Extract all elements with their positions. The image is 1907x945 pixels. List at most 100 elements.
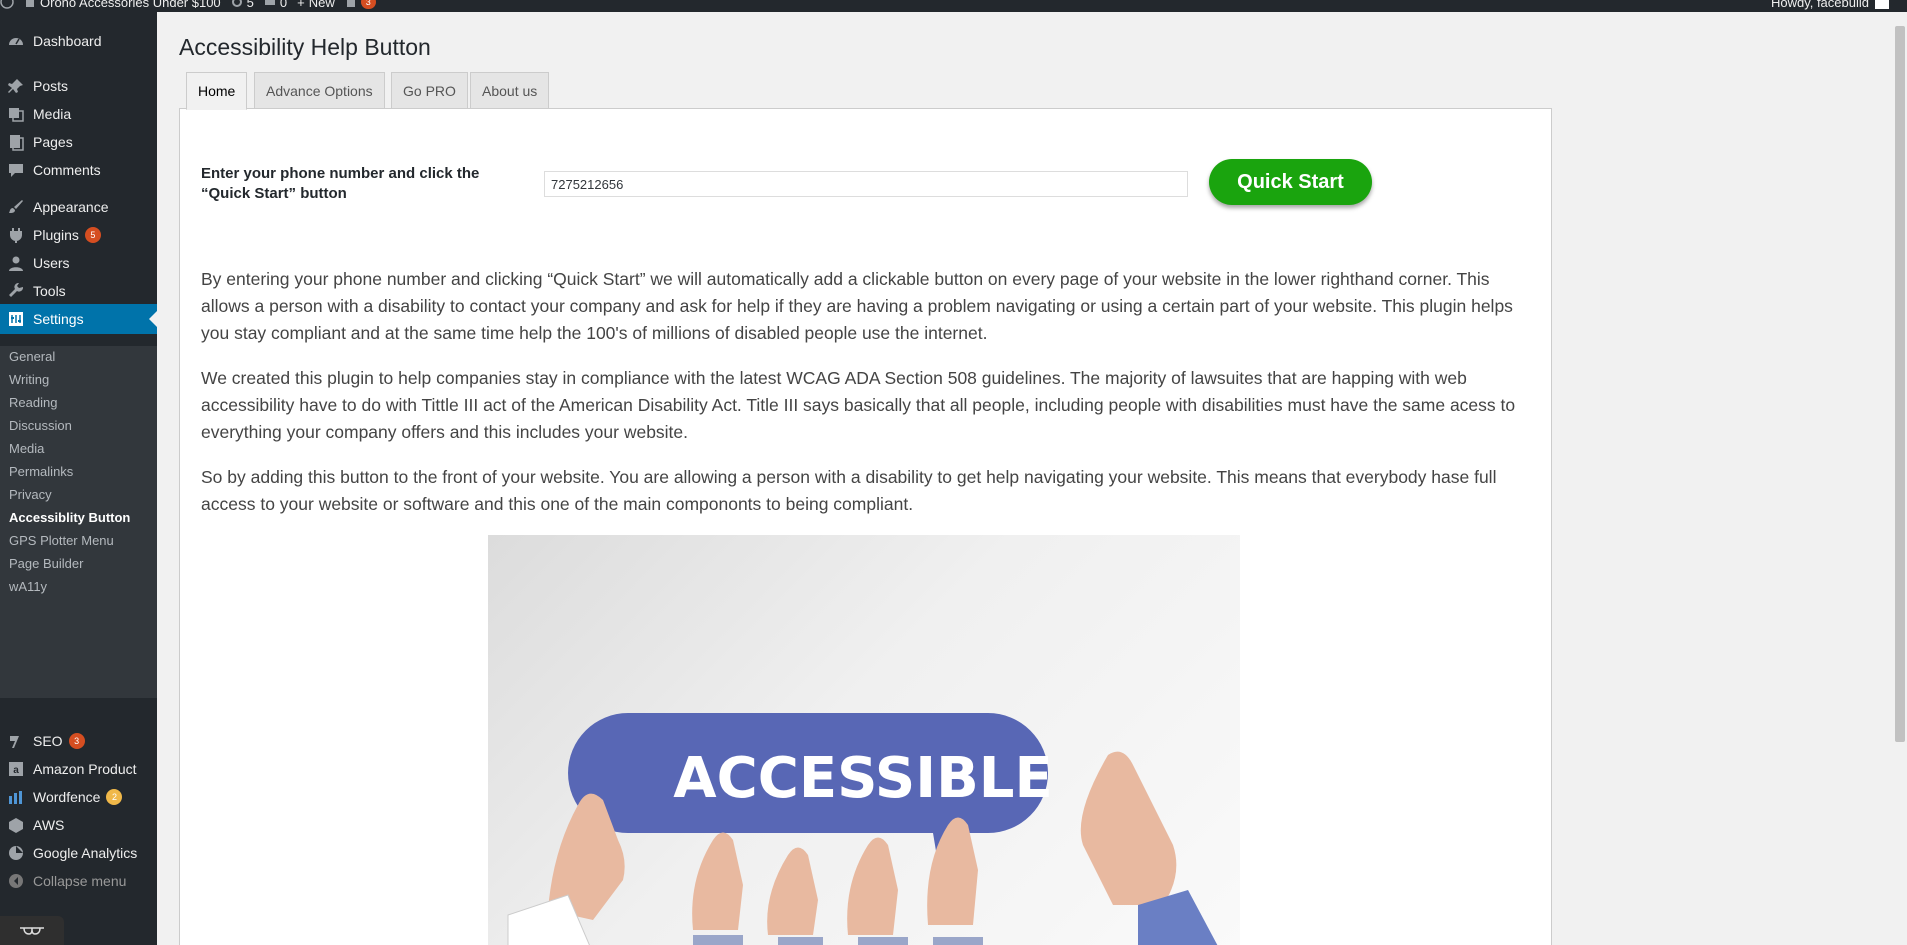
- menu-dashboard[interactable]: Dashboard: [0, 26, 157, 56]
- comments-count: 0: [279, 0, 288, 10]
- menu-tools[interactable]: Tools: [0, 276, 157, 306]
- menu-aws[interactable]: AWS: [0, 810, 157, 840]
- menu-label: Appearance: [33, 199, 109, 215]
- phone-number-input[interactable]: [544, 171, 1188, 197]
- notifications-link[interactable]: 3: [345, 0, 376, 9]
- menu-appearance[interactable]: Appearance: [0, 192, 157, 222]
- menu-label: Amazon Product: [33, 761, 137, 777]
- notifications-badge: 3: [360, 0, 376, 9]
- menu-label: SEO: [33, 733, 63, 749]
- wordfence-count: 2: [106, 789, 123, 805]
- phone-field-label: Enter your phone number and click the “Q…: [201, 165, 480, 202]
- pages-icon: [6, 132, 26, 152]
- submenu-privacy[interactable]: Privacy: [9, 484, 52, 504]
- menu-google-analytics[interactable]: Google Analytics: [0, 838, 157, 868]
- menu-users[interactable]: Users: [0, 248, 157, 278]
- updates-count: 5: [246, 0, 254, 10]
- submenu-gps-plotter[interactable]: GPS Plotter Menu: [9, 530, 114, 550]
- dashboard-icon: [6, 31, 26, 51]
- glasses-icon: [20, 926, 44, 935]
- site-name-link[interactable]: Orono Accessories Under $100: [24, 0, 221, 10]
- menu-label: Tools: [33, 283, 66, 299]
- menu-label: Wordfence: [33, 789, 101, 805]
- new-content-link[interactable]: + New: [297, 0, 335, 10]
- menu-media[interactable]: Media: [0, 99, 157, 129]
- accessible-hero-image: ACCESSIBLE: [488, 535, 1240, 945]
- submenu-general[interactable]: General: [9, 346, 55, 366]
- menu-amazon-product[interactable]: a Amazon Product: [0, 754, 157, 784]
- accessibility-widget-button[interactable]: [0, 916, 64, 945]
- howdy-text: Howdy, facebuild: [1770, 0, 1869, 10]
- intro-paragraph: By entering your phone number and clicki…: [201, 269, 1513, 343]
- tab-home[interactable]: Home: [186, 72, 248, 110]
- scrollbar-thumb[interactable]: [1895, 26, 1905, 742]
- page-title: Accessibility Help Button: [179, 34, 431, 60]
- menu-label: Posts: [33, 78, 69, 94]
- comments-link[interactable]: 0: [264, 0, 287, 10]
- amazon-icon: a: [6, 759, 26, 779]
- svg-text:a: a: [13, 765, 19, 776]
- menu-wordfence[interactable]: Wordfence 2: [0, 782, 157, 812]
- shield-icon: [346, 0, 355, 7]
- submenu-media[interactable]: Media: [9, 438, 44, 458]
- admin-bar-left: Orono Accessories Under $100 5 0 + New 3: [0, 0, 376, 12]
- menu-posts[interactable]: Posts: [0, 71, 157, 101]
- menu-label: Pages: [33, 134, 73, 150]
- settings-submenu: General Writing Reading Discussion Media…: [0, 346, 157, 698]
- menu-label: Comments: [33, 162, 101, 178]
- seo-icon: [6, 731, 26, 751]
- site-title: Orono Accessories Under $100: [40, 0, 221, 10]
- aws-icon: [6, 815, 26, 835]
- settings-icon: [6, 309, 26, 329]
- my-account-link[interactable]: Howdy, facebuild: [1771, 0, 1889, 12]
- tab-advance-options[interactable]: Advance Options: [254, 72, 385, 109]
- submenu-page-builder[interactable]: Page Builder: [9, 553, 83, 573]
- collapse-menu-button[interactable]: Collapse menu: [0, 866, 157, 896]
- avatar: [1875, 0, 1889, 9]
- submenu-discussion[interactable]: Discussion: [9, 415, 72, 435]
- menu-pages[interactable]: Pages: [0, 127, 157, 157]
- menu-label: Google Analytics: [33, 845, 138, 861]
- quick-start-button[interactable]: Quick Start: [1209, 159, 1372, 205]
- updates-link[interactable]: 5: [231, 0, 254, 10]
- button-paragraph: So by adding this button to the front of…: [201, 467, 1497, 514]
- page-scrollbar[interactable]: [1893, 12, 1907, 945]
- submenu-writing[interactable]: Writing: [9, 369, 49, 389]
- admin-bar: Orono Accessories Under $100 5 0 + New 3…: [0, 0, 1907, 12]
- pin-icon: [6, 76, 26, 96]
- submenu-accessibility-button[interactable]: Accessiblity Button: [9, 507, 130, 527]
- home-icon: [26, 0, 34, 7]
- menu-label: Plugins: [33, 227, 79, 243]
- wrench-icon: [6, 281, 26, 301]
- tab-about-us[interactable]: About us: [470, 72, 550, 109]
- analytics-icon: [6, 843, 26, 863]
- submenu-permalinks[interactable]: Permalinks: [9, 461, 73, 481]
- submenu-reading[interactable]: Reading: [9, 392, 57, 412]
- user-icon: [6, 253, 26, 273]
- sign-text: ACCESSIBLE: [673, 746, 1052, 811]
- admin-sidebar: Dashboard Posts Media Pages Comments App…: [0, 12, 157, 945]
- tab-go-pro[interactable]: Go PRO: [391, 72, 468, 109]
- menu-label: AWS: [33, 817, 65, 833]
- plus-icon: +: [297, 0, 305, 10]
- seo-count: 3: [68, 733, 85, 749]
- media-icon: [6, 104, 26, 124]
- menu-label: Users: [33, 255, 70, 271]
- wordfence-icon: [6, 787, 26, 807]
- menu-label: Media: [33, 106, 72, 122]
- collapse-icon: [6, 871, 26, 891]
- menu-label: Dashboard: [33, 33, 102, 49]
- comment-icon: [6, 160, 26, 180]
- submenu-wa11y[interactable]: wA11y: [9, 576, 47, 596]
- menu-seo[interactable]: SEO 3: [0, 726, 157, 756]
- brush-icon: [6, 197, 26, 217]
- menu-comments[interactable]: Comments: [0, 155, 157, 185]
- compliance-paragraph: We created this plugin to help companies…: [201, 368, 1516, 442]
- wordpress-logo-icon[interactable]: [0, 0, 14, 9]
- plug-icon: [6, 225, 26, 245]
- menu-settings[interactable]: Settings: [0, 304, 157, 334]
- new-label: New: [308, 0, 335, 10]
- menu-label: Settings: [33, 311, 84, 327]
- settings-panel: Enter your phone number and click the “Q…: [179, 108, 1552, 945]
- menu-plugins[interactable]: Plugins 5: [0, 220, 157, 250]
